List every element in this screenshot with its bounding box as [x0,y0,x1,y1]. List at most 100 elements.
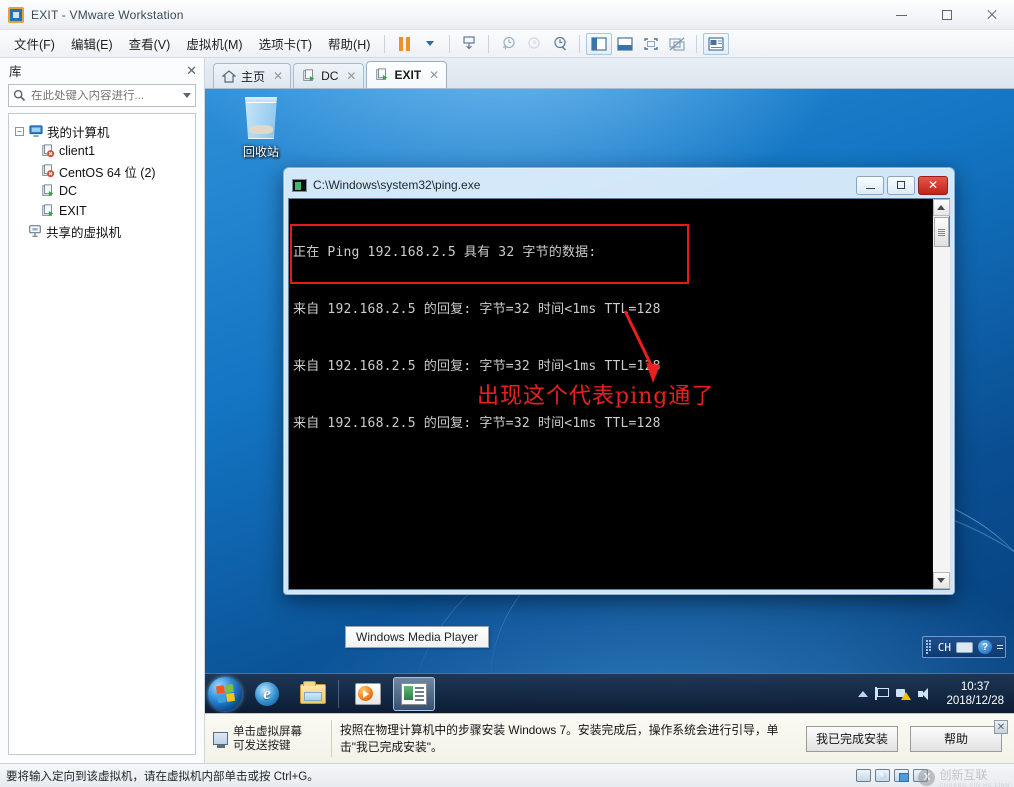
language-bar[interactable]: CH ? [921,636,1006,658]
pause-button[interactable] [391,33,417,55]
library-search[interactable] [8,84,196,107]
taskbar-clock[interactable]: 10:37 2018/12/28 [940,680,1010,708]
tree-item-exit[interactable]: EXIT [13,201,191,221]
revert-snapshot-button[interactable] [521,33,547,55]
taskbar-internet-explorer[interactable] [246,677,288,711]
menu-help[interactable]: 帮助(H) [320,31,378,56]
expander-icon[interactable]: − [15,126,24,136]
scrollbar-track[interactable] [932,247,950,572]
notification-hint-text: 单击虚拟屏幕 可发送按键 [233,725,302,752]
document-window-icon [401,682,427,705]
console-line: 正在 Ping 192.168.2.5 具有 32 字节的数据: [293,245,597,260]
volume-icon[interactable] [918,687,933,701]
internet-explorer-icon [255,681,279,706]
ping-console-window[interactable]: C:\Windows\system32\ping.exe ✕ 正在 Ping 1… [283,167,955,595]
status-harddisk-icon[interactable] [856,769,871,782]
console-view-button[interactable] [703,32,730,55]
tree-item-dc[interactable]: DC [13,181,191,201]
maximize-icon [941,10,952,20]
snapshot-manager-button[interactable] [547,33,573,55]
fullscreen-button[interactable] [638,33,664,55]
tab-home[interactable]: 主页 ✕ [213,63,292,88]
console-maximize-button[interactable] [887,175,915,195]
menu-tabs[interactable]: 选项卡(T) [251,31,320,56]
close-icon [986,9,998,21]
network-warning-icon[interactable] [896,687,912,700]
menu-file[interactable]: 文件(F) [6,31,63,56]
console-output[interactable]: 正在 Ping 192.168.2.5 具有 32 字节的数据: 来自 192.… [289,199,932,589]
menu-view[interactable]: 查看(V) [121,31,179,56]
taskbar-document-window[interactable] [393,676,435,711]
grip-icon[interactable] [925,640,933,654]
manage-snapshot-button[interactable] [456,33,482,55]
keyboard-icon[interactable] [956,641,973,653]
show-thumbnail-bar-button[interactable] [612,33,638,55]
take-snapshot-button[interactable] [495,33,521,55]
taskbar-windows-explorer[interactable] [292,677,334,711]
power-dropdown[interactable] [417,33,443,55]
scroll-down-button[interactable] [932,572,950,589]
status-cdrom-icon[interactable] [875,769,890,782]
guest-screen[interactable]: 回收站 C:\Windows\system32\ping.exe ✕ 正在 Pi… [205,89,1014,713]
menu-vm[interactable]: 虚拟机(M) [178,31,250,56]
thumbnail-bar-icon [617,36,633,51]
desktop-icon-recycle-bin[interactable]: 回收站 [223,97,299,160]
tab-exit[interactable]: EXIT ✕ [366,61,448,88]
library-tree: − 我的计算机 client1 CentOS 64 位 (2) DC EXIT … [8,113,196,755]
notification-close-icon[interactable]: ✕ [994,720,1008,734]
media-player-icon [355,682,381,705]
flag-icon[interactable] [875,687,890,700]
vm-stage: 主页 ✕ DC ✕ EXIT ✕ 回收站 C:\Windows\system32… [205,58,1014,763]
help-icon[interactable]: ? [978,640,992,654]
console-close-button[interactable]: ✕ [918,175,948,195]
console-scrollbar[interactable] [932,199,950,589]
annotation-arrow [623,310,660,383]
scroll-up-button[interactable] [932,199,950,216]
console-line: 来自 192.168.2.5 的回复: 字节=32 时间<1ms TTL=128 [293,359,661,374]
clock-date: 2018/12/28 [946,694,1004,707]
minimize-icon [865,187,875,189]
chevron-down-icon [426,41,435,46]
show-library-button[interactable] [586,32,613,55]
status-network-icon[interactable] [894,769,909,782]
library-close-icon[interactable]: ✕ [186,64,197,77]
notification-hint: 单击虚拟屏幕 可发送按键 [205,725,323,753]
console-line: 来自 192.168.2.5 的回复: 字节=32 时间<1ms TTL=128 [293,302,661,317]
search-input[interactable] [31,89,178,102]
tree-item-centos[interactable]: CentOS 64 位 (2) [13,161,191,181]
tab-dc[interactable]: DC ✕ [293,63,365,88]
taskbar-windows-media-player[interactable] [347,677,389,711]
library-header: 库 ✕ [0,58,204,82]
system-tray: 10:37 2018/12/28 [858,680,1014,708]
expand-icon[interactable] [997,645,1003,649]
folder-icon [300,680,326,704]
close-button[interactable] [969,0,1014,30]
scroll-up-arrow [937,205,945,210]
tree-item-my-computer[interactable]: − 我的计算机 [13,121,191,141]
search-dropdown-icon[interactable] [183,93,191,98]
input-mode-label[interactable]: CH [938,641,951,654]
tab-close-icon[interactable]: ✕ [346,69,356,83]
library-title: 库 [9,64,22,79]
unity-mode-button[interactable] [664,33,690,55]
minimize-button[interactable] [879,0,924,30]
console-title-bar: C:\Windows\system32\ping.exe ✕ [288,172,950,198]
menu-edit[interactable]: 编辑(E) [63,31,121,56]
snapshot-icon [463,35,475,49]
scrollbar-thumb[interactable] [933,217,949,247]
console-minimize-button[interactable] [856,175,884,195]
status-message: 要将输入定向到该虚拟机，请在虚拟机内部单击或按 Ctrl+G。 [6,770,319,783]
start-button[interactable] [208,676,242,711]
maximize-button[interactable] [924,0,969,30]
installation-complete-button[interactable]: 我已完成安装 [806,725,898,752]
tab-close-icon[interactable]: ✕ [273,69,283,83]
notification-help-button[interactable]: 帮助 [910,725,1002,752]
tree-item-client1[interactable]: client1 [13,141,191,161]
console-title: C:\Windows\system32\ping.exe [313,178,481,192]
status-bar: 要将输入定向到该虚拟机，请在虚拟机内部单击或按 Ctrl+G。 X 创新互联 C… [0,763,1014,787]
vm-running-icon [376,68,388,81]
tree-item-shared-vms[interactable]: 共享的虚拟机 [13,221,191,241]
chevron-up-icon[interactable] [858,690,869,697]
tab-close-icon[interactable]: ✕ [429,68,439,82]
vm-running-icon [303,69,315,82]
